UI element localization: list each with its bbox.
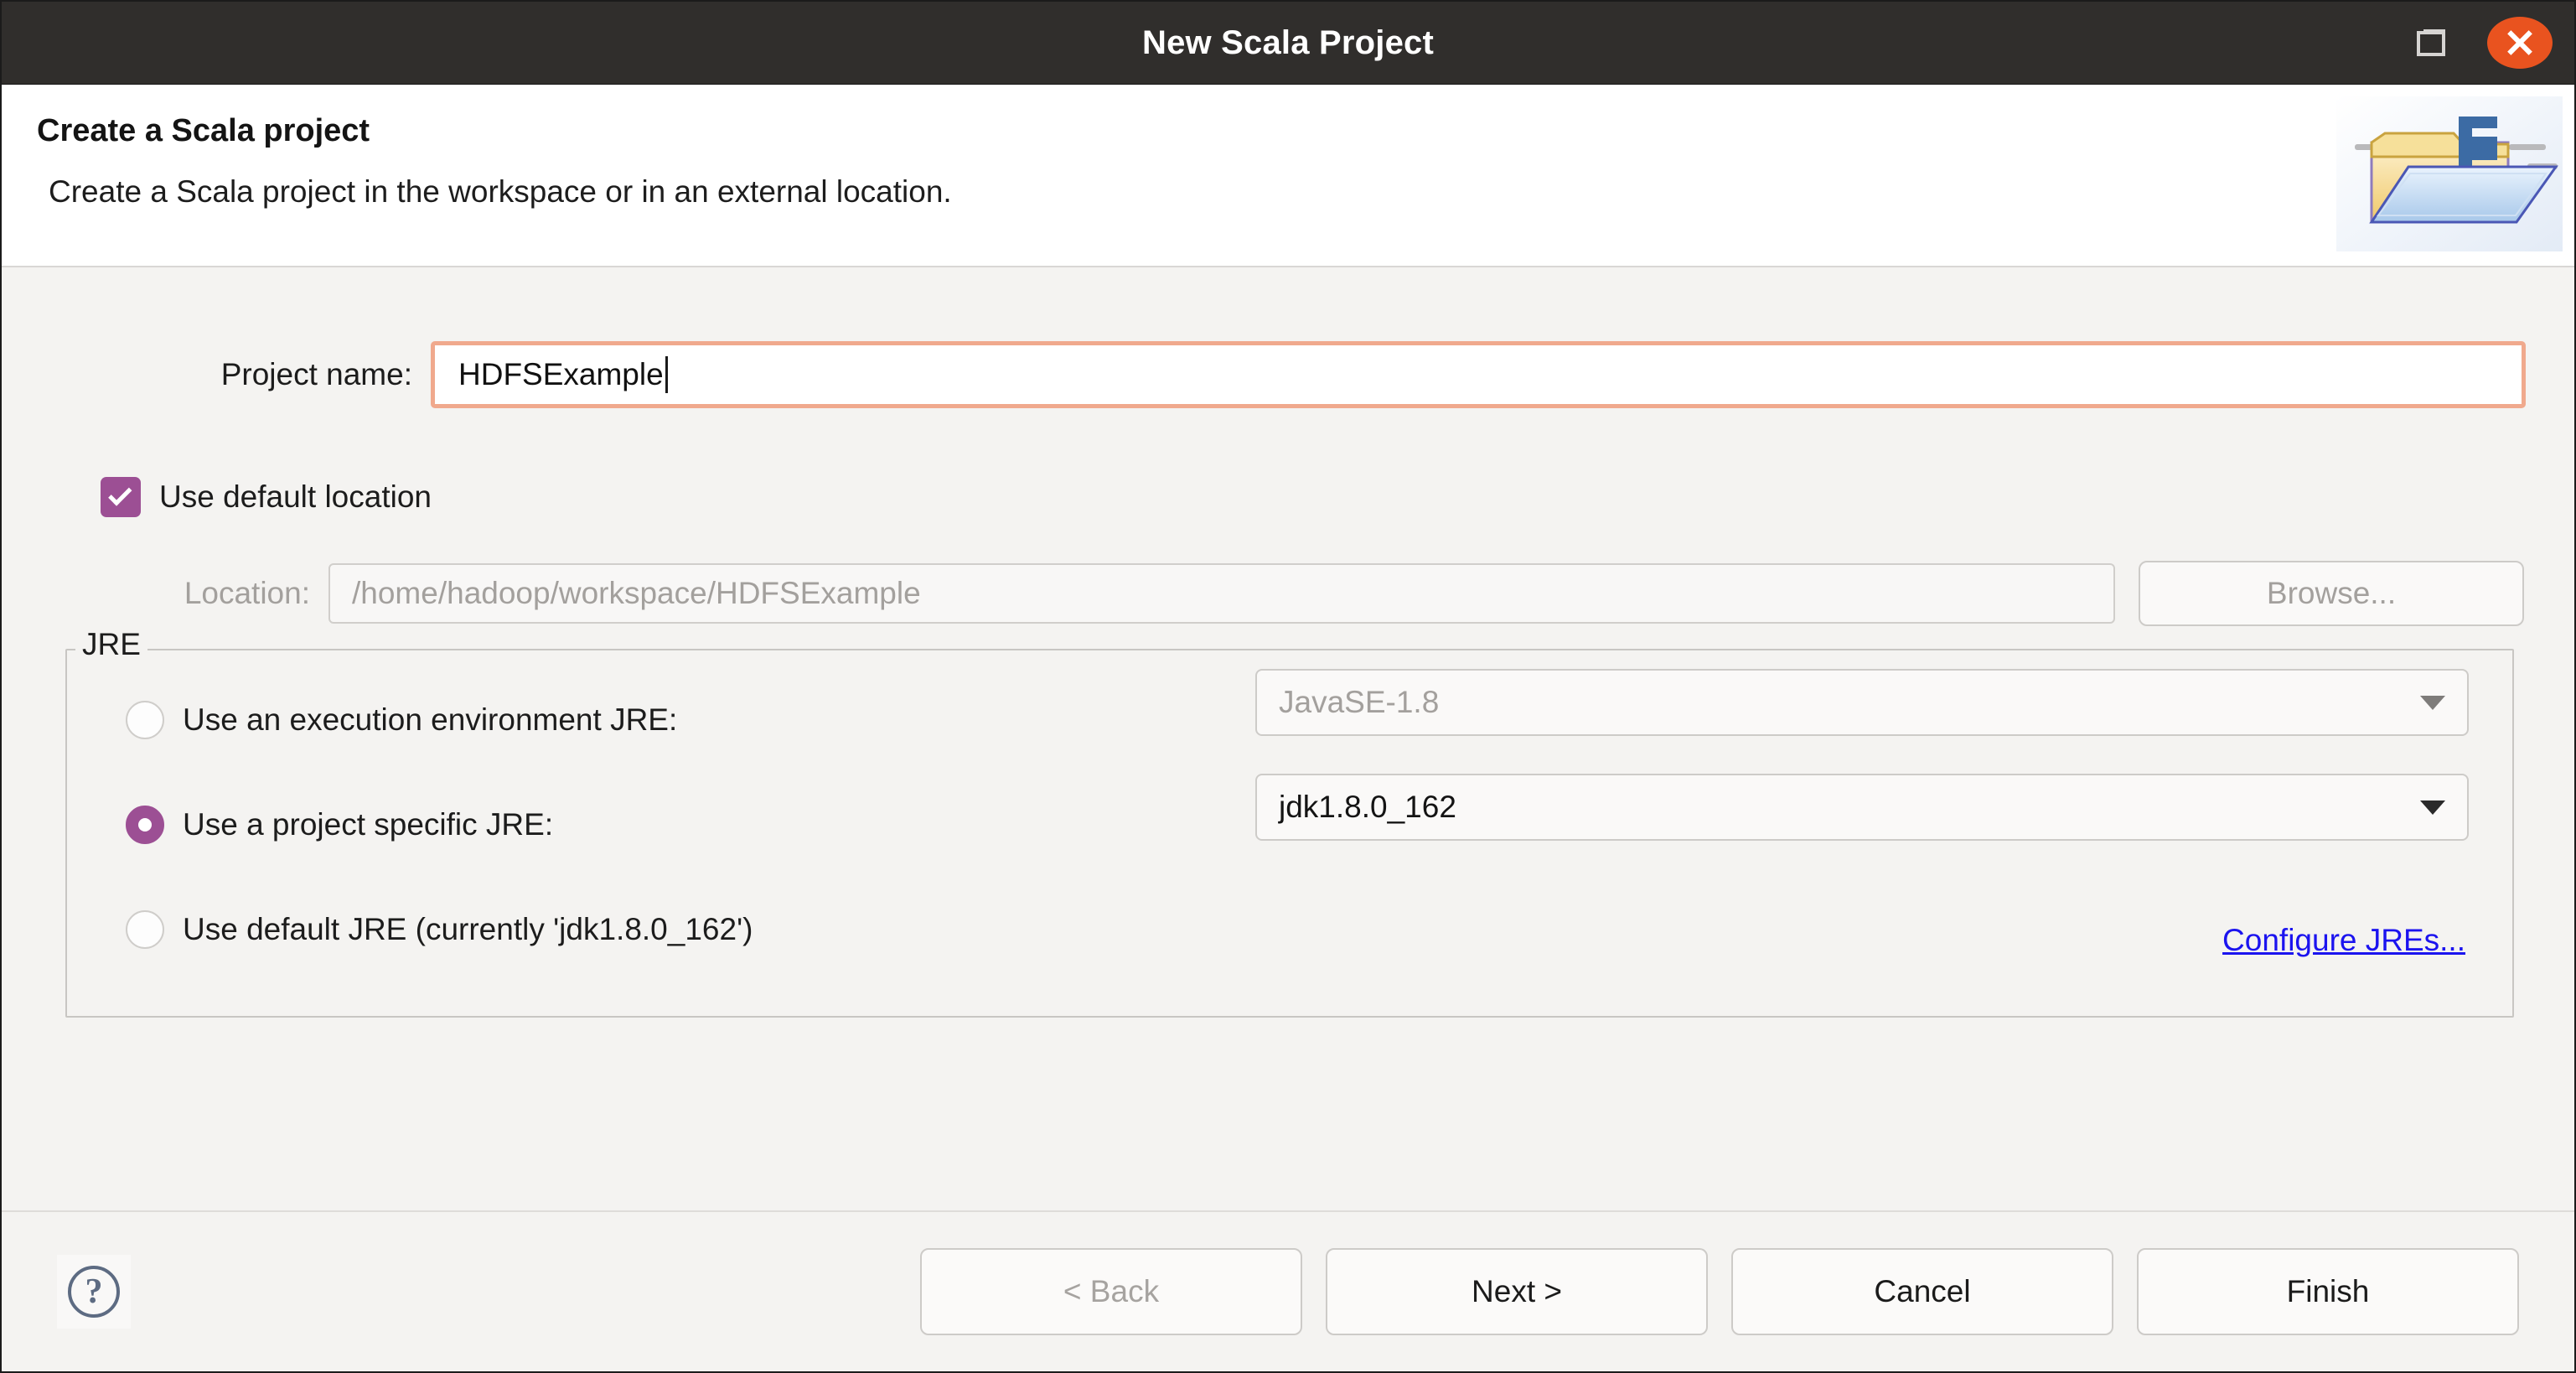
window-title: New Scala Project <box>1141 23 1434 61</box>
wizard-body: Project name: HDFSExample Use default lo… <box>2 267 2574 1371</box>
chevron-down-icon <box>2420 800 2445 815</box>
jre-radio-project-specific[interactable]: Use a project specific JRE: <box>67 806 553 844</box>
back-button[interactable]: < Back <box>920 1248 1302 1335</box>
page-subtitle: Create a Scala project in the workspace … <box>49 174 952 209</box>
restore-window-button[interactable] <box>2408 20 2454 65</box>
close-window-icon <box>2506 28 2534 57</box>
project-name-value: HDFSExample <box>458 357 664 391</box>
jre-execution-environment-label: Use an execution environment JRE: <box>183 702 678 737</box>
project-name-label: Project name: <box>220 357 412 391</box>
jre-radio-execution-environment[interactable]: Use an execution environment JRE: <box>67 701 677 739</box>
dialog-footer: ? < Back Next > Cancel Finish <box>2 1212 2574 1371</box>
footer-button-group: < Back Next > Cancel Finish <box>920 1248 2534 1335</box>
text-caret <box>665 356 668 393</box>
question-mark-icon: ? <box>68 1266 120 1318</box>
execution-environment-combo[interactable]: JavaSE-1.8 <box>1255 669 2469 736</box>
jre-group-legend: JRE <box>75 627 147 662</box>
location-value: /home/hadoop/workspace/HDFSExample <box>352 576 921 610</box>
wizard-header: Create a Scala project Create a Scala pr… <box>2 85 2574 267</box>
next-button[interactable]: Next > <box>1326 1248 1708 1335</box>
project-specific-jre-combo-value: jdk1.8.0_162 <box>1279 790 1456 824</box>
project-name-row: Project name: HDFSExample <box>2 341 2574 408</box>
checkbox-checked-icon <box>101 477 141 517</box>
jre-radio-default[interactable]: Use default JRE (currently 'jdk1.8.0_162… <box>67 910 753 949</box>
location-label: Location: <box>184 576 310 610</box>
cancel-button[interactable]: Cancel <box>1731 1248 2113 1335</box>
new-scala-project-dialog: New Scala Project Create a Scala project… <box>0 0 2576 1373</box>
browse-button[interactable]: Browse... <box>2139 561 2524 626</box>
scala-project-folder-icon <box>2336 96 2563 251</box>
jre-group-box: JRE Use an execution environment JRE: Ja… <box>65 627 2514 1018</box>
use-default-location-checkbox[interactable]: Use default location <box>101 477 432 517</box>
location-row: Location: /home/hadoop/workspace/HDFSExa… <box>2 561 2574 626</box>
execution-environment-combo-value: JavaSE-1.8 <box>1279 685 1440 719</box>
use-default-location-label: Use default location <box>159 479 432 514</box>
project-name-input[interactable]: HDFSExample <box>431 341 2526 408</box>
jre-project-specific-label: Use a project specific JRE: <box>183 807 554 842</box>
jre-option-default-row: Use default JRE (currently 'jdk1.8.0_162… <box>67 910 2512 949</box>
radio-unchecked-icon <box>126 701 164 739</box>
jre-default-label: Use default JRE (currently 'jdk1.8.0_162… <box>183 912 753 946</box>
close-window-button[interactable] <box>2487 17 2553 69</box>
configure-jres-link[interactable]: Configure JREs... <box>2222 923 2465 958</box>
restore-window-icon <box>2417 29 2445 56</box>
location-input[interactable]: /home/hadoop/workspace/HDFSExample <box>328 563 2115 624</box>
page-title: Create a Scala project <box>37 113 370 148</box>
radio-unchecked-icon <box>126 910 164 949</box>
radio-checked-icon <box>126 806 164 844</box>
project-specific-jre-combo[interactable]: jdk1.8.0_162 <box>1255 774 2469 841</box>
chevron-down-icon <box>2420 695 2445 710</box>
help-button[interactable]: ? <box>57 1255 131 1329</box>
finish-button[interactable]: Finish <box>2137 1248 2519 1335</box>
title-bar: New Scala Project <box>2 2 2574 85</box>
window-controls <box>2408 2 2553 84</box>
